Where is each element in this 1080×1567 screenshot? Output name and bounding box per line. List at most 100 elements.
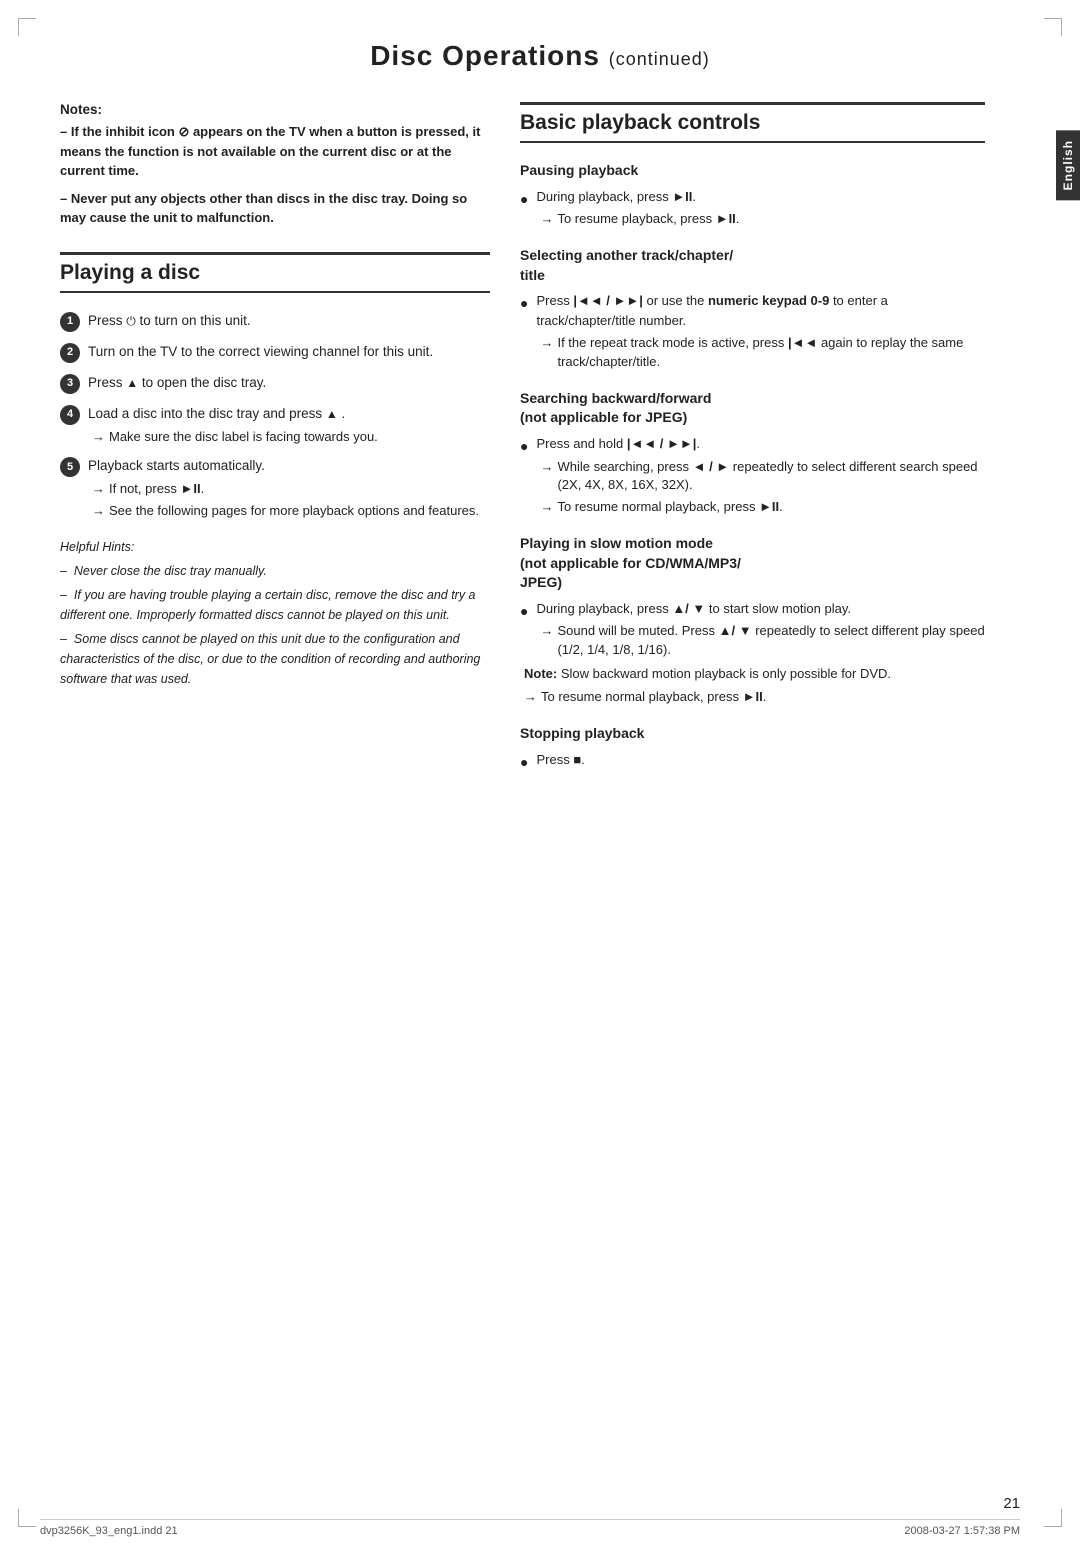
arrow-icon-sh1: → — [540, 458, 553, 476]
content-area: Disc Operations (continued) Notes: – If … — [0, 0, 1080, 871]
subsection-selecting: Selecting another track/chapter/title ● … — [520, 246, 985, 371]
slow-motion-arrow2-text: To resume normal playback, press ►II. — [541, 688, 766, 706]
corner-mark-tl — [18, 18, 36, 36]
step-5-arrow2-text: See the following pages for more playbac… — [109, 502, 479, 520]
step-4-arrow-text: Make sure the disc label is facing towar… — [109, 428, 378, 446]
step-1-text: Press ⏻ to turn on this unit. — [88, 313, 251, 328]
selecting-content: Press |◄◄ / ►►| or use the numeric keypa… — [536, 291, 985, 370]
helpful-hints: Helpful Hints: – Never close the disc tr… — [60, 537, 490, 689]
subsection-searching: Searching backward/forward(not applicabl… — [520, 389, 985, 516]
page-number: 21 — [1003, 1495, 1020, 1512]
page-title: Disc Operations (continued) — [60, 40, 1020, 72]
searching-title: Searching backward/forward(not applicabl… — [520, 389, 985, 428]
arrow-icon: → — [92, 428, 105, 446]
pausing-bullet: ● During playback, press ►II. → To resum… — [520, 187, 985, 229]
searching-arrow1: → While searching, press ◄ / ► repeatedl… — [540, 458, 985, 494]
step-3-text: Press ▲ to open the disc tray. — [88, 375, 266, 390]
step-5-arrow1: → If not, press ►II. — [92, 480, 490, 498]
selecting-arrow-text: If the repeat track mode is active, pres… — [557, 334, 985, 370]
arrow-icon-s: → — [540, 334, 553, 352]
step-5-arrow2: → See the following pages for more playb… — [92, 502, 490, 520]
notes-box: Notes: – If the inhibit icon ⊘ appears o… — [60, 102, 490, 228]
two-column-layout: Notes: – If the inhibit icon ⊘ appears o… — [60, 102, 1020, 791]
selecting-arrow: → If the repeat track mode is active, pr… — [540, 334, 985, 370]
playing-disc-header: Playing a disc — [60, 252, 490, 293]
english-tab: English — [1056, 130, 1080, 200]
searching-arrow2-text: To resume normal playback, press ►II. — [557, 498, 782, 516]
step-4-arrow: → Make sure the disc label is facing tow… — [92, 428, 490, 446]
stopping-bullet: ● Press ■. — [520, 750, 985, 773]
step-num-4: 4 — [60, 405, 80, 425]
selecting-text: Press |◄◄ / ►►| or use the numeric keypa… — [536, 293, 887, 328]
pausing-title: Pausing playback — [520, 161, 985, 181]
step-5-arrow1-text: If not, press ►II. — [109, 480, 204, 498]
step-num-2: 2 — [60, 343, 80, 363]
selecting-bullet: ● Press |◄◄ / ►►| or use the numeric key… — [520, 291, 985, 370]
slow-motion-title: Playing in slow motion mode(not applicab… — [520, 534, 985, 593]
bullet-icon: ● — [520, 189, 528, 210]
footer: dvp3256K_93_eng1.indd 21 2008-03-27 1:57… — [40, 1519, 1020, 1537]
bullet-icon-sh: ● — [520, 436, 528, 457]
arrow-icon-sm2: → — [524, 688, 537, 706]
arrow-icon-sm1: → — [540, 622, 553, 640]
step-4-text: Load a disc into the disc tray and press… — [88, 406, 345, 421]
title-continued: (continued) — [609, 49, 710, 69]
step-num-3: 3 — [60, 374, 80, 394]
footer-left: dvp3256K_93_eng1.indd 21 — [40, 1525, 178, 1537]
left-column: Notes: – If the inhibit icon ⊘ appears o… — [60, 102, 490, 689]
step-5-text: Playback starts automatically. — [88, 458, 265, 473]
pausing-arrow-text: To resume playback, press ►II. — [557, 210, 739, 228]
subsection-pausing: Pausing playback ● During playback, pres… — [520, 161, 985, 228]
step-4: 4 Load a disc into the disc tray and pre… — [60, 404, 490, 446]
searching-text: Press and hold |◄◄ / ►►|. — [536, 436, 700, 451]
step-5-content: Playback starts automatically. → If not,… — [88, 456, 490, 521]
step-2-text: Turn on the TV to the correct viewing ch… — [88, 344, 433, 359]
corner-mark-bl — [18, 1509, 36, 1527]
bullet-icon-st: ● — [520, 752, 528, 773]
slow-motion-arrow1-text: Sound will be muted. Press ▲/ ▼ repeated… — [557, 622, 985, 658]
searching-bullet: ● Press and hold |◄◄ / ►►|. → While sear… — [520, 434, 985, 516]
step-2: 2 Turn on the TV to the correct viewing … — [60, 342, 490, 363]
slow-motion-arrow1: → Sound will be muted. Press ▲/ ▼ repeat… — [540, 622, 985, 658]
corner-mark-tr — [1044, 18, 1062, 36]
slow-motion-text: During playback, press ▲/ ▼ to start slo… — [536, 601, 851, 616]
pausing-content: During playback, press ►II. → To resume … — [536, 187, 985, 229]
slow-motion-bullet: ● During playback, press ▲/ ▼ to start s… — [520, 599, 985, 659]
searching-content: Press and hold |◄◄ / ►►|. → While search… — [536, 434, 985, 516]
stopping-content: Press ■. — [536, 750, 985, 770]
playing-disc-title: Playing a disc — [60, 261, 490, 285]
pausing-arrow: → To resume playback, press ►II. — [540, 210, 985, 228]
slow-motion-content: During playback, press ▲/ ▼ to start slo… — [536, 599, 985, 659]
hint-2: – If you are having trouble playing a ce… — [60, 585, 490, 625]
corner-mark-br — [1044, 1509, 1062, 1527]
notes-line2: – Never put any objects other than discs… — [60, 189, 490, 228]
step-5: 5 Playback starts automatically. → If no… — [60, 456, 490, 521]
step-1: 1 Press ⏻ to turn on this unit. — [60, 311, 490, 332]
pausing-text: During playback, press ►II. — [536, 189, 696, 204]
subsection-stopping: Stopping playback ● Press ■. — [520, 724, 985, 773]
slow-motion-arrow2: → To resume normal playback, press ►II. — [524, 688, 985, 706]
arrow-icon-p: → — [540, 210, 553, 228]
arrow-icon-5a: → — [92, 480, 105, 498]
arrow-icon-5b: → — [92, 502, 105, 520]
step-3-content: Press ▲ to open the disc tray. — [88, 373, 490, 393]
step-3: 3 Press ▲ to open the disc tray. — [60, 373, 490, 394]
step-4-content: Load a disc into the disc tray and press… — [88, 404, 490, 446]
hints-title: Helpful Hints: — [60, 537, 490, 557]
step-2-content: Turn on the TV to the correct viewing ch… — [88, 342, 490, 362]
searching-arrow2: → To resume normal playback, press ►II. — [540, 498, 985, 516]
stopping-title: Stopping playback — [520, 724, 985, 744]
hint-1: – Never close the disc tray manually. — [60, 561, 490, 581]
bullet-icon-sm: ● — [520, 601, 528, 622]
arrow-icon-sh2: → — [540, 498, 553, 516]
step-num-1: 1 — [60, 312, 80, 332]
selecting-title: Selecting another track/chapter/title — [520, 246, 985, 285]
basic-playback-title: Basic playback controls — [520, 111, 985, 135]
notes-line1: – If the inhibit icon ⊘ appears on the T… — [60, 122, 490, 181]
notes-title: Notes: — [60, 102, 490, 117]
title-text: Disc Operations — [370, 40, 600, 71]
stopping-text: Press ■. — [536, 752, 584, 767]
footer-right: 2008-03-27 1:57:38 PM — [904, 1525, 1020, 1537]
right-column: Basic playback controls Pausing playback… — [520, 102, 1020, 791]
hint-3: – Some discs cannot be played on this un… — [60, 629, 490, 689]
